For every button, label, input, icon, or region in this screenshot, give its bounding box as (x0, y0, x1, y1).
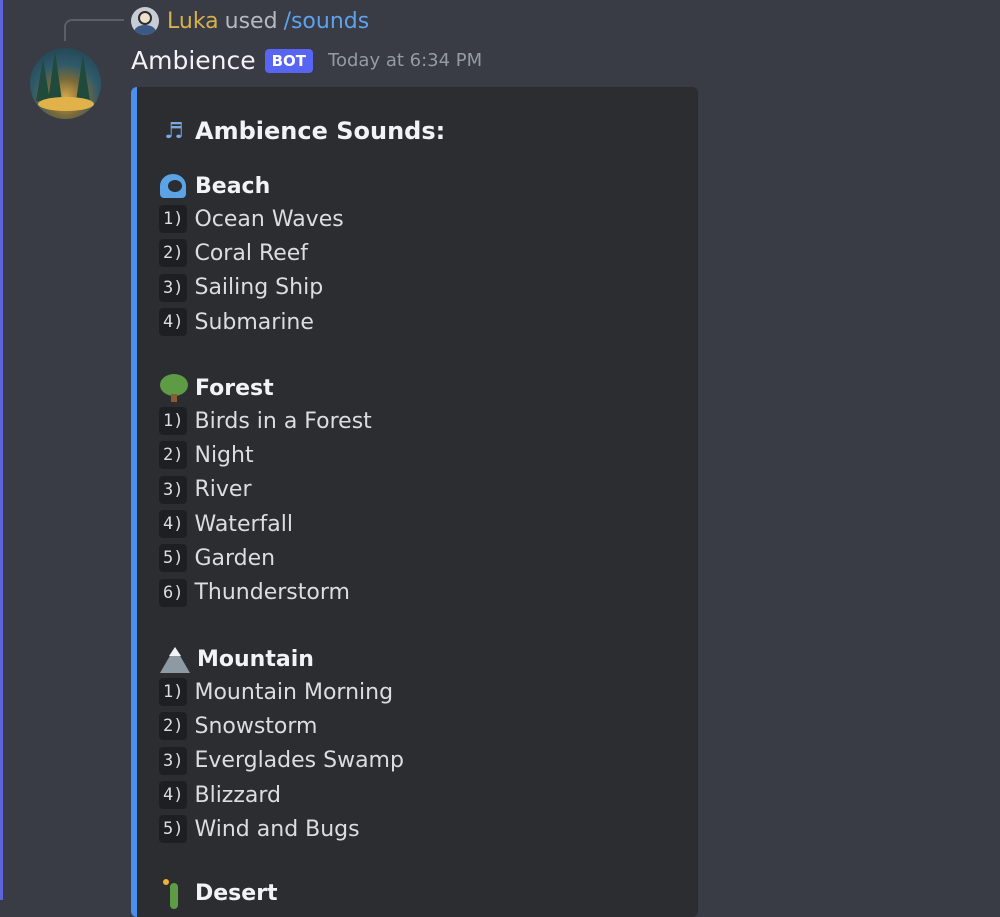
item-label: Coral Reef (194, 240, 309, 266)
item-label: Snowstorm (194, 713, 318, 739)
reply-connector (64, 19, 124, 41)
list-item: 4) Submarine (159, 305, 344, 339)
item-number: 2) (159, 239, 188, 268)
list-item: 1) Mountain Morning (159, 675, 404, 709)
bot-badge: BOT (264, 48, 314, 73)
author-name[interactable]: Ambience (131, 46, 256, 75)
section-forest: Forest 1) Birds in a Forest 2) Night 3) Riv… (159, 372, 372, 610)
section-heading: Mountain (159, 643, 404, 675)
item-number: 3) (159, 746, 188, 775)
command-reply-reference[interactable]: Luka used /sounds (131, 7, 369, 35)
section-mountain: Mountain 1) Mountain Morning 2) Snowstorm … (159, 643, 404, 846)
item-number: 5) (159, 815, 188, 844)
item-number: 3) (159, 273, 188, 302)
tree-icon (159, 374, 189, 402)
section-heading-text: Forest (195, 375, 274, 401)
list-item: 3) Everglades Swamp (159, 744, 404, 778)
item-label: Submarine (194, 309, 314, 335)
reply-user-avatar[interactable] (131, 7, 159, 35)
section-heading: Beach (159, 170, 344, 202)
item-number: 6) (159, 578, 188, 607)
list-item: 2) Snowstorm (159, 709, 404, 743)
section-heading-text: Beach (195, 173, 271, 199)
list-item: 2) Night (159, 438, 372, 472)
item-number: 2) (159, 441, 188, 470)
musical-notes-icon: ♬ (164, 118, 184, 144)
item-label: Mountain Morning (194, 679, 394, 705)
item-number: 1) (159, 205, 188, 234)
embed-title: ♬ Ambience Sounds: (159, 117, 445, 145)
item-label: Wind and Bugs (194, 816, 360, 842)
avatar-river-shape (38, 97, 94, 111)
item-label: Birds in a Forest (194, 408, 372, 434)
embed-card: ♬ Ambience Sounds: Beach 1) Ocean Waves 2… (131, 87, 698, 917)
embed-title-text: Ambience Sounds: (195, 117, 446, 145)
cactus-icon (159, 879, 189, 909)
item-number: 2) (159, 712, 188, 741)
mention-highlight-bar (0, 0, 3, 900)
list-item: 5) Garden (159, 541, 372, 575)
section-heading: Desert (159, 877, 278, 909)
list-item: 1) Birds in a Forest (159, 404, 372, 438)
item-label: Garden (194, 545, 276, 571)
item-number: 1) (159, 407, 188, 436)
item-number: 5) (159, 544, 188, 573)
bot-avatar[interactable] (30, 48, 101, 119)
list-item: 1) Ocean Waves (159, 202, 344, 236)
mountain-icon (159, 645, 191, 673)
item-label: Thunderstorm (194, 580, 350, 606)
item-number: 1) (159, 678, 188, 707)
item-label: Waterfall (194, 511, 293, 537)
list-item: 3) Sailing Ship (159, 271, 344, 305)
section-desert: Desert (159, 877, 278, 909)
list-item: 4) Blizzard (159, 778, 404, 812)
item-number: 3) (159, 475, 188, 504)
list-item: 2) Coral Reef (159, 236, 344, 270)
avatar-tree-shape (48, 51, 62, 101)
wave-icon (159, 172, 189, 200)
item-label: Ocean Waves (194, 206, 344, 232)
item-label: Everglades Swamp (194, 748, 404, 774)
item-label: Night (194, 442, 254, 468)
item-label: River (194, 477, 252, 503)
item-number: 4) (159, 781, 188, 810)
list-item: 3) River (159, 473, 372, 507)
reply-username[interactable]: Luka (167, 9, 219, 34)
section-beach: Beach 1) Ocean Waves 2) Coral Reef 3) Saili… (159, 170, 344, 339)
list-item: 4) Waterfall (159, 507, 372, 541)
item-number: 4) (159, 308, 188, 337)
section-heading-text: Mountain (197, 646, 314, 672)
message-header: Ambience BOT Today at 6:34 PM (131, 46, 482, 75)
section-heading: Forest (159, 372, 372, 404)
item-number: 4) (159, 510, 188, 539)
avatar-tree-shape (76, 55, 90, 101)
reply-command-name[interactable]: /sounds (284, 9, 370, 34)
list-item: 5) Wind and Bugs (159, 812, 404, 846)
item-label: Blizzard (194, 782, 282, 808)
list-item: 6) Thunderstorm (159, 575, 372, 609)
message-timestamp[interactable]: Today at 6:34 PM (328, 50, 482, 71)
reply-action-text: used (224, 8, 278, 34)
section-heading-text: Desert (195, 880, 278, 906)
item-label: Sailing Ship (194, 275, 324, 301)
